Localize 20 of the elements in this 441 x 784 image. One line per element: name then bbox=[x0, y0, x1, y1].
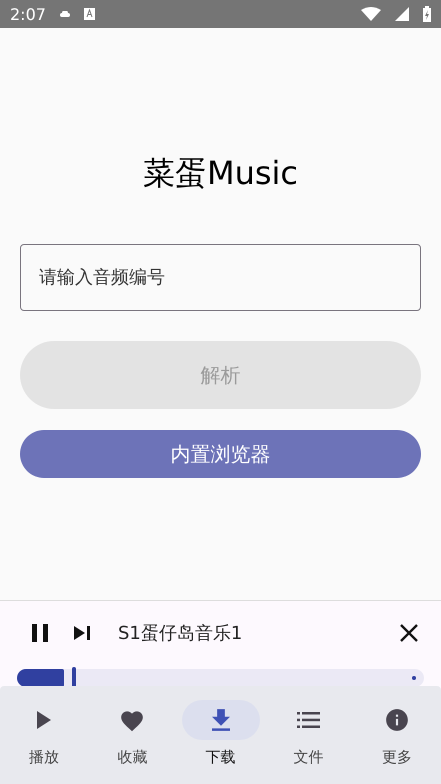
nav-tab[interactable]: 下载 bbox=[176, 686, 265, 784]
wifi-icon bbox=[361, 7, 381, 21]
nav-tab[interactable]: 更多 bbox=[352, 686, 441, 784]
app-title: 菜蛋Music bbox=[142, 153, 298, 194]
audio-id-field[interactable]: 请输入音频编号 bbox=[20, 244, 421, 311]
download-icon bbox=[212, 709, 230, 731]
battery-icon bbox=[423, 6, 431, 22]
browser-button[interactable]: 内置浏览器 bbox=[20, 430, 421, 478]
info-icon bbox=[384, 707, 410, 733]
nav-tab[interactable]: 收藏 bbox=[88, 686, 176, 784]
keyboard-icon bbox=[84, 8, 95, 20]
progress-slider[interactable] bbox=[17, 669, 424, 687]
status-time: 2:07 bbox=[10, 4, 46, 24]
list-icon bbox=[297, 712, 320, 728]
cloud-icon bbox=[60, 11, 70, 17]
track-title: S1蛋仔岛音乐1 bbox=[118, 622, 244, 645]
play-icon bbox=[37, 711, 52, 729]
signal-icon bbox=[395, 7, 409, 21]
nav-tab[interactable]: 文件 bbox=[264, 686, 353, 784]
nav-tab[interactable]: 播放 bbox=[0, 686, 88, 784]
